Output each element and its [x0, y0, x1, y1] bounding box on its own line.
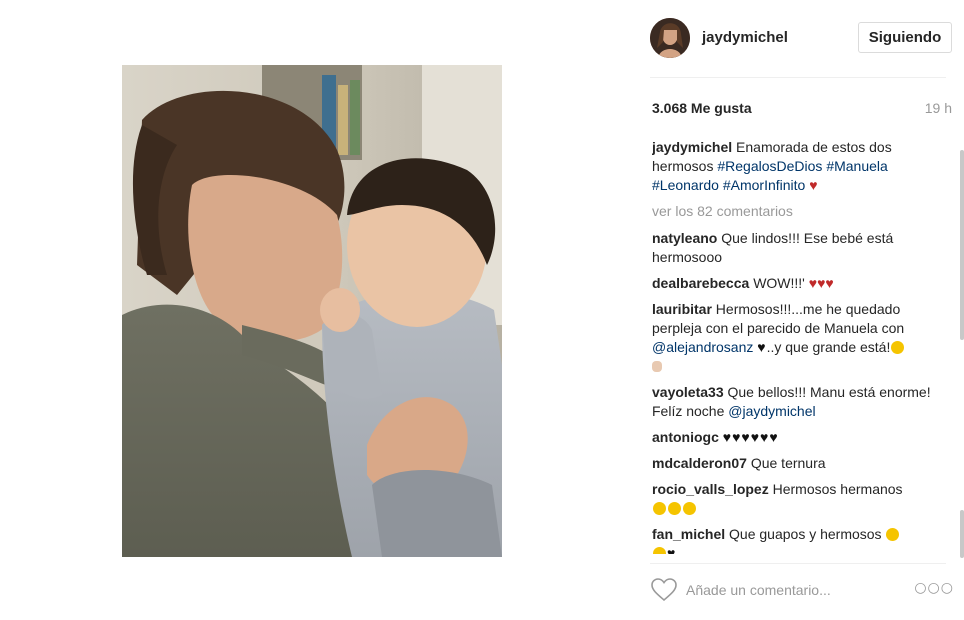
- comments-scrollbar[interactable]: [958, 150, 964, 560]
- comment-item: natyleano Que lindos!!! Ese bebé está he…: [652, 229, 952, 267]
- photo-woman-and-baby: [122, 65, 502, 557]
- likes-count[interactable]: 3.068 Me gusta: [652, 100, 752, 116]
- instagram-post-view: jaydymichel Siguiendo 3.068 Me gusta 19 …: [0, 0, 964, 620]
- red-heart-emoji: ♥♥♥: [808, 275, 834, 291]
- comment-text: WOW!!!': [753, 275, 805, 291]
- smile-emoji-icon: [891, 341, 905, 354]
- post-details-panel: jaydymichel Siguiendo 3.068 Me gusta 19 …: [636, 0, 964, 620]
- hashtag[interactable]: #Leonardo: [652, 177, 719, 193]
- mention-link[interactable]: @alejandrosanz: [652, 339, 753, 355]
- black-heart-emoji: ♥: [667, 545, 677, 554]
- divider: [650, 77, 946, 78]
- comment-text: Que guapos y hermosos: [729, 526, 882, 542]
- smile-emoji-icon: [653, 547, 666, 554]
- comment-username[interactable]: vayoleta33: [652, 384, 724, 400]
- comment-item: lauribitar Hermosos!!!...me he quedado p…: [652, 300, 952, 376]
- hashtag[interactable]: #AmorInfinito: [723, 177, 805, 193]
- smile-emoji-icon: [668, 502, 681, 515]
- black-heart-emoji: ♥♥♥♥♥♥: [722, 429, 779, 445]
- comment-username[interactable]: antoniogc: [652, 429, 719, 445]
- post-header: jaydymichel Siguiendo: [650, 16, 954, 60]
- comment-item: vayoleta33 Que bellos!!! Manu está enorm…: [652, 383, 952, 421]
- comment-username[interactable]: natyleano: [652, 230, 717, 246]
- scrollbar-thumb[interactable]: [960, 510, 964, 558]
- post-author-username[interactable]: jaydymichel: [702, 29, 788, 46]
- hand-emoji-icon: [652, 361, 662, 372]
- post-photo[interactable]: [122, 65, 502, 557]
- comment-item: dealbarebecca WOW!!!' ♥♥♥: [652, 274, 952, 293]
- red-heart-emoji: ♥: [809, 177, 818, 193]
- comment-item: fan_michel Que guapos y hermosos ♥: [652, 525, 952, 554]
- comment-username[interactable]: rocio_valls_lopez: [652, 481, 769, 497]
- smile-emoji-icon: [653, 502, 666, 515]
- add-comment-input[interactable]: [686, 578, 916, 602]
- heart-outline-icon: [651, 578, 677, 602]
- black-heart-emoji: ♥: [757, 339, 767, 355]
- comment-text: Hermosos hermanos: [772, 481, 903, 497]
- post-time[interactable]: 19 h: [925, 100, 952, 116]
- comments-list[interactable]: jaydymichel Enamorada de estos dos hermo…: [652, 138, 952, 554]
- comment-username[interactable]: dealbarebecca: [652, 275, 749, 291]
- smile-emoji-icon: [683, 502, 696, 515]
- avatar[interactable]: [650, 18, 690, 58]
- divider: [650, 563, 946, 564]
- scrollbar-thumb[interactable]: [960, 150, 964, 340]
- comment-text: ..y que grande está!: [766, 339, 891, 355]
- caption-username[interactable]: jaydymichel: [652, 139, 732, 155]
- comment-text: Que ternura: [750, 455, 826, 471]
- hashtag[interactable]: #Manuela: [826, 158, 888, 174]
- load-more-comments-link[interactable]: ver los 82 comentarios: [652, 202, 952, 221]
- more-options-button[interactable]: ○○○: [914, 580, 954, 596]
- caption: jaydymichel Enamorada de estos dos hermo…: [652, 138, 952, 195]
- following-button[interactable]: Siguiendo: [858, 22, 952, 53]
- smile-emoji-icon: [886, 528, 900, 541]
- mention-link[interactable]: @jaydymichel: [728, 403, 815, 419]
- hashtag[interactable]: #RegalosDeDios: [717, 158, 822, 174]
- comment-username[interactable]: mdcalderon07: [652, 455, 747, 471]
- heart-icon[interactable]: [651, 578, 677, 602]
- comment-username[interactable]: fan_michel: [652, 526, 725, 542]
- comment-username[interactable]: lauribitar: [652, 301, 712, 317]
- comment-item: rocio_valls_lopez Hermosos hermanos: [652, 480, 952, 518]
- comment-item: mdcalderon07 Que ternura: [652, 454, 952, 473]
- avatar-image: [650, 18, 690, 58]
- comment-item: antoniogc ♥♥♥♥♥♥: [652, 428, 952, 447]
